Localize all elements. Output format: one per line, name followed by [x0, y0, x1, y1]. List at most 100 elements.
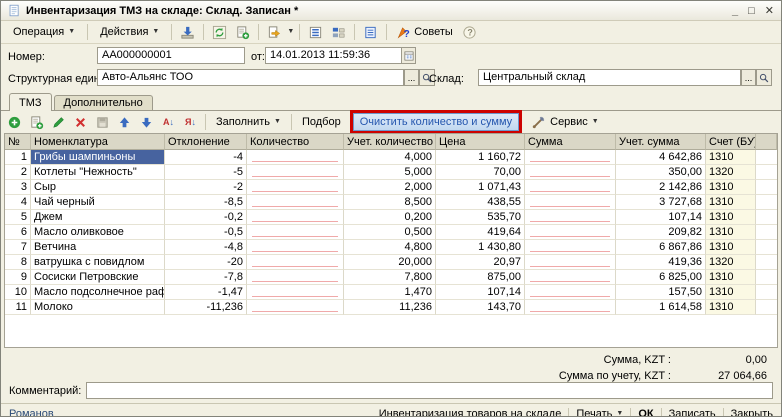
- column-header[interactable]: Сумма: [525, 134, 616, 150]
- tips-button[interactable]: ? Советы: [392, 24, 456, 41]
- cell-num[interactable]: 1: [5, 150, 31, 165]
- cell-acct-sum[interactable]: 419,36: [616, 255, 706, 270]
- cell-price[interactable]: 70,00: [436, 165, 525, 180]
- warehouse-input[interactable]: Центральный склад: [478, 69, 741, 86]
- help-button[interactable]: ?: [459, 23, 480, 42]
- close-button[interactable]: ✕: [765, 4, 774, 18]
- add-row-button[interactable]: [4, 113, 25, 132]
- column-header[interactable]: Номенклатура: [31, 134, 165, 150]
- cell-acct-sum[interactable]: 2 142,86: [616, 180, 706, 195]
- cell-name[interactable]: Молоко: [31, 300, 165, 315]
- cell-account[interactable]: 1310: [706, 300, 756, 315]
- cell-qty[interactable]: [247, 150, 344, 165]
- cell-sum[interactable]: [525, 225, 616, 240]
- column-header[interactable]: Отклонение: [165, 134, 247, 150]
- sort-descending-button[interactable]: Я↓: [180, 113, 201, 132]
- move-row-down-button[interactable]: [136, 113, 157, 132]
- cell-sum[interactable]: [525, 150, 616, 165]
- cell-sum[interactable]: [525, 195, 616, 210]
- calendar-button[interactable]: [401, 47, 416, 64]
- cell-name[interactable]: Масло оливковое: [31, 225, 165, 240]
- cell-name[interactable]: Джем: [31, 210, 165, 225]
- delete-row-button[interactable]: [70, 113, 91, 132]
- move-row-up-button[interactable]: [114, 113, 135, 132]
- cell-num[interactable]: 3: [5, 180, 31, 195]
- cell-num[interactable]: 7: [5, 240, 31, 255]
- cell-account[interactable]: 1320: [706, 165, 756, 180]
- cell-deviation[interactable]: -2: [165, 180, 247, 195]
- service-menu-button[interactable]: Сервис ▼: [525, 113, 605, 132]
- org-choose-button[interactable]: ...: [404, 69, 419, 86]
- cell-account[interactable]: 1310: [706, 180, 756, 195]
- cell-price[interactable]: 1 430,80: [436, 240, 525, 255]
- cell-name[interactable]: Сыр: [31, 180, 165, 195]
- cell-acct-qty[interactable]: 0,200: [344, 210, 436, 225]
- cell-account[interactable]: 1310: [706, 210, 756, 225]
- cell-acct-qty[interactable]: 8,500: [344, 195, 436, 210]
- cell-account[interactable]: 1310: [706, 225, 756, 240]
- cell-acct-sum[interactable]: 6 867,86: [616, 240, 706, 255]
- document-type-button[interactable]: Инвентаризация товаров на складе: [379, 408, 562, 417]
- fill-menu-button[interactable]: Заполнить ▼: [210, 114, 287, 130]
- cell-acct-sum[interactable]: 350,00: [616, 165, 706, 180]
- column-header[interactable]: Учет. количество: [344, 134, 436, 150]
- cell-price[interactable]: 143,70: [436, 300, 525, 315]
- cell-deviation[interactable]: -4: [165, 150, 247, 165]
- column-header[interactable]: Количество: [247, 134, 344, 150]
- cell-qty[interactable]: [247, 285, 344, 300]
- cell-name[interactable]: Грибы шампиньоны: [31, 150, 165, 165]
- cell-name[interactable]: ватрушка с повидлом: [31, 255, 165, 270]
- cell-num[interactable]: 10: [5, 285, 31, 300]
- number-input[interactable]: АА000000001: [97, 47, 245, 64]
- cell-acct-qty[interactable]: 11,236: [344, 300, 436, 315]
- post-document-button[interactable]: [264, 23, 285, 42]
- cell-acct-qty[interactable]: 7,800: [344, 270, 436, 285]
- cell-name[interactable]: Сосиски Петровские: [31, 270, 165, 285]
- actions-menu-button[interactable]: Действия ▼: [93, 23, 166, 41]
- cell-price[interactable]: 419,64: [436, 225, 525, 240]
- cell-acct-qty[interactable]: 0,500: [344, 225, 436, 240]
- cell-name[interactable]: Ветчина: [31, 240, 165, 255]
- cell-account[interactable]: 1310: [706, 240, 756, 255]
- cell-price[interactable]: 438,55: [436, 195, 525, 210]
- operation-menu-button[interactable]: Операция ▼: [6, 23, 82, 41]
- cell-acct-qty[interactable]: 2,000: [344, 180, 436, 195]
- cell-qty[interactable]: [247, 195, 344, 210]
- cell-acct-qty[interactable]: 20,000: [344, 255, 436, 270]
- cell-acct-sum[interactable]: 3 727,68: [616, 195, 706, 210]
- postings-list-button[interactable]: [305, 23, 326, 42]
- cell-qty[interactable]: [247, 165, 344, 180]
- cell-acct-sum[interactable]: 4 642,86: [616, 150, 706, 165]
- cell-account[interactable]: 1310: [706, 285, 756, 300]
- cell-sum[interactable]: [525, 240, 616, 255]
- cell-qty[interactable]: [247, 225, 344, 240]
- cell-sum[interactable]: [525, 300, 616, 315]
- cell-acct-qty[interactable]: 5,000: [344, 165, 436, 180]
- cell-deviation[interactable]: -20: [165, 255, 247, 270]
- cell-qty[interactable]: [247, 270, 344, 285]
- cell-deviation[interactable]: -11,236: [165, 300, 247, 315]
- cell-acct-sum[interactable]: 157,50: [616, 285, 706, 300]
- cell-deviation[interactable]: -8,5: [165, 195, 247, 210]
- cell-sum[interactable]: [525, 210, 616, 225]
- column-header[interactable]: Учет. сумма: [616, 134, 706, 150]
- cell-price[interactable]: 535,70: [436, 210, 525, 225]
- cell-price[interactable]: 1 160,72: [436, 150, 525, 165]
- chevron-down-icon[interactable]: ▼: [287, 28, 294, 36]
- column-header[interactable]: Счет (БУ): [706, 134, 756, 150]
- cell-account[interactable]: 1310: [706, 150, 756, 165]
- cell-acct-sum[interactable]: 1 614,58: [616, 300, 706, 315]
- cell-name[interactable]: Чай черный: [31, 195, 165, 210]
- cell-deviation[interactable]: -5: [165, 165, 247, 180]
- cell-sum[interactable]: [525, 255, 616, 270]
- cell-acct-sum[interactable]: 107,14: [616, 210, 706, 225]
- cell-sum[interactable]: [525, 180, 616, 195]
- clear-quantity-sum-button[interactable]: Очистить количество и сумму: [353, 113, 519, 131]
- cell-acct-qty[interactable]: 1,470: [344, 285, 436, 300]
- cell-account[interactable]: 1310: [706, 270, 756, 285]
- date-input[interactable]: 14.01.2013 11:59:36: [265, 47, 402, 64]
- cell-num[interactable]: 11: [5, 300, 31, 315]
- cell-sum[interactable]: [525, 270, 616, 285]
- copy-document-button[interactable]: [232, 23, 253, 42]
- copy-row-button[interactable]: [26, 113, 47, 132]
